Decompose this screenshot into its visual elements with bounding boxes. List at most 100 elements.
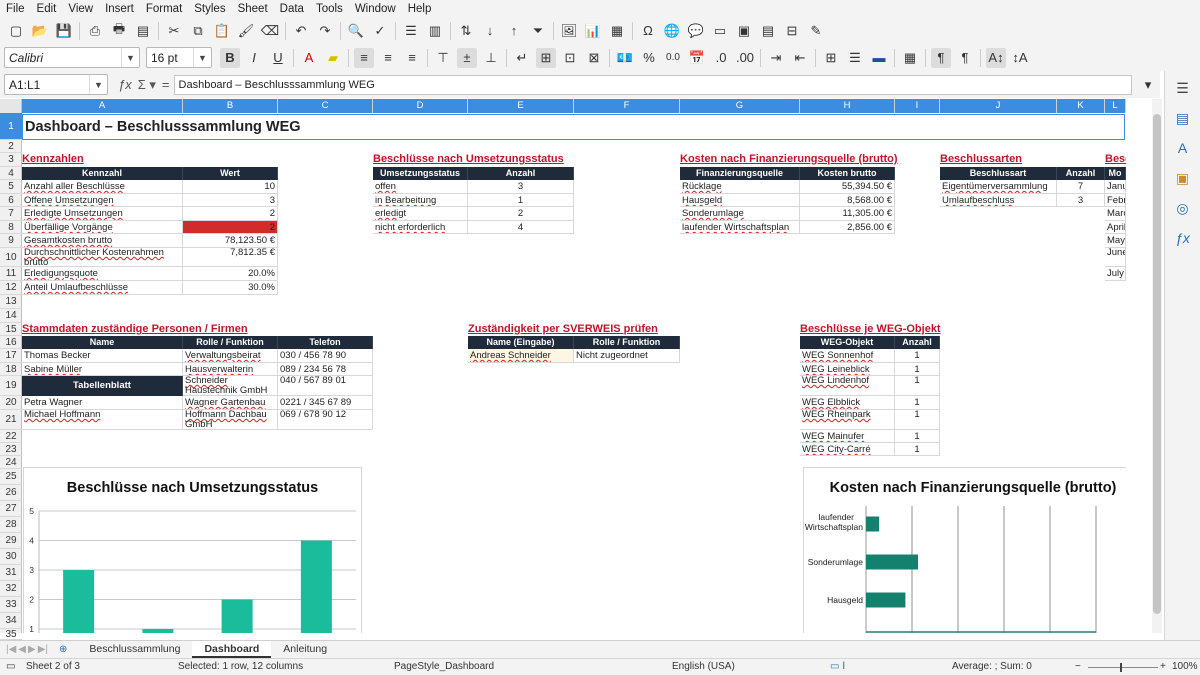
pivot-table-icon[interactable]: ▦ bbox=[607, 21, 627, 41]
sort-descending-icon[interactable]: ↑ bbox=[504, 21, 524, 41]
date-format-icon[interactable]: 📅 bbox=[687, 48, 707, 68]
kosten-cell[interactable]: 2,856.00 € bbox=[800, 221, 895, 234]
headers-footers-icon[interactable]: ▭ bbox=[710, 21, 730, 41]
column-header-f[interactable]: F bbox=[574, 99, 680, 113]
row-header-32[interactable]: 32 bbox=[0, 581, 22, 597]
finanzierungsquelle-cell[interactable]: Hausgeld bbox=[680, 194, 800, 207]
freeze-rows-icon[interactable]: ▤ bbox=[758, 21, 778, 41]
column-header-b[interactable]: B bbox=[183, 99, 278, 113]
arten-anzahl-cell[interactable]: 3 bbox=[1057, 194, 1105, 207]
zoom-in-icon[interactable]: + bbox=[1160, 661, 1166, 672]
vertical-scrollbar[interactable] bbox=[1152, 99, 1162, 633]
first-sheet-icon[interactable]: |◀ bbox=[6, 644, 16, 655]
person-rolle-cell[interactable]: Wagner Gartenbau bbox=[183, 396, 278, 410]
objekt-anzahl-cell[interactable]: 1 bbox=[895, 363, 940, 376]
beschlussart-cell[interactable]: Umlaufbeschluss bbox=[940, 194, 1057, 207]
menu-item-format[interactable]: Format bbox=[140, 3, 188, 15]
row-header-3[interactable]: 3 bbox=[0, 153, 22, 167]
merge-cells-icon[interactable]: ⊡ bbox=[560, 48, 580, 68]
wert-cell[interactable]: 10 bbox=[183, 180, 278, 194]
anzahl-cell[interactable]: 2 bbox=[468, 207, 574, 221]
menu-item-file[interactable]: File bbox=[0, 3, 31, 15]
functions-icon[interactable]: ƒx bbox=[1172, 227, 1194, 249]
row-header-33[interactable]: 33 bbox=[0, 597, 22, 613]
arten-anzahl-cell[interactable]: 7 bbox=[1057, 180, 1105, 194]
merge-center-icon[interactable]: ⊞ bbox=[536, 47, 556, 68]
paste-icon[interactable]: 📋 bbox=[212, 21, 232, 41]
person-telefon-cell[interactable]: 040 / 567 89 01 bbox=[278, 376, 373, 396]
weg-objekt-cell[interactable]: WEG Rheinpark bbox=[800, 410, 895, 430]
row-header-6[interactable]: 6 bbox=[0, 194, 22, 207]
row-header-11[interactable]: 11 bbox=[0, 267, 22, 281]
row-icon[interactable]: ☰ bbox=[401, 21, 421, 41]
comment-icon[interactable]: 💬 bbox=[686, 21, 706, 41]
monat-cell[interactable]: June bbox=[1105, 248, 1126, 267]
italic-icon[interactable]: I bbox=[244, 48, 264, 68]
hyperlink-icon[interactable]: 🌐 bbox=[662, 21, 682, 41]
objekt-anzahl-cell[interactable]: 1 bbox=[895, 376, 940, 396]
status-cell[interactable]: erledigt bbox=[373, 207, 468, 221]
row-header-8[interactable]: 8 bbox=[0, 221, 22, 234]
name-eingabe-input[interactable]: Andreas Schneider bbox=[468, 349, 574, 363]
row-header-30[interactable]: 30 bbox=[0, 549, 22, 565]
weg-objekt-cell[interactable]: WEG City-Carré bbox=[800, 443, 895, 456]
wert-cell[interactable]: 78,123.50 € bbox=[183, 234, 278, 248]
weg-objekt-cell[interactable]: WEG Elbblick bbox=[800, 396, 895, 410]
prev-sheet-icon[interactable]: ◀ bbox=[18, 644, 26, 655]
wert-cell[interactable]: 7,812.35 € bbox=[183, 248, 278, 267]
undo-icon[interactable]: ↶ bbox=[291, 21, 311, 41]
conditional-format-icon[interactable]: ▦ bbox=[900, 48, 920, 68]
status-bar-chart[interactable]: Beschlüsse nach Umsetzungsstatus 12345 bbox=[23, 467, 362, 633]
objekt-anzahl-cell[interactable]: 1 bbox=[895, 396, 940, 410]
export-pdf-icon[interactable]: ⎙ bbox=[85, 21, 105, 41]
underline-icon[interactable]: U bbox=[268, 48, 288, 68]
gallery-icon[interactable]: ▣ bbox=[1172, 167, 1194, 189]
bold-icon[interactable]: B bbox=[220, 47, 240, 68]
menu-item-tools[interactable]: Tools bbox=[310, 3, 349, 15]
copy-icon[interactable]: ⧉ bbox=[188, 21, 208, 41]
decrease-indent-icon[interactable]: ⇤ bbox=[790, 48, 810, 68]
currency-format-icon[interactable]: 💶 bbox=[615, 48, 635, 68]
monat-cell[interactable]: March bbox=[1105, 207, 1126, 221]
person-name-cell[interactable]: Sabine Müller bbox=[22, 363, 183, 376]
objekt-anzahl-cell[interactable]: 1 bbox=[895, 410, 940, 430]
row-header-7[interactable]: 7 bbox=[0, 207, 22, 221]
row-header-10[interactable]: 10 bbox=[0, 248, 22, 267]
increase-indent-icon[interactable]: ⇥ bbox=[766, 48, 786, 68]
person-rolle-cell[interactable]: Hoffmann Dachbau GmbH bbox=[183, 410, 278, 430]
kennzahl-cell[interactable]: Überfällige Vorgänge bbox=[22, 221, 183, 234]
delete-decimal-icon[interactable]: .00 bbox=[735, 48, 755, 68]
row-header-9[interactable]: 9 bbox=[0, 234, 22, 248]
page-title[interactable]: Dashboard – Beschlusssammlung WEG bbox=[22, 114, 1125, 140]
border-style-icon[interactable]: ☰ bbox=[845, 48, 865, 68]
function-wizard-icon[interactable]: ƒx bbox=[118, 77, 132, 92]
align-right-icon[interactable]: ≡ bbox=[402, 48, 422, 68]
formula-icon[interactable]: = bbox=[162, 77, 170, 92]
font-color-icon[interactable]: A bbox=[299, 48, 319, 68]
chevron-down-icon[interactable]: ▼ bbox=[193, 48, 211, 67]
spreadsheet-grid[interactable]: Dashboard – Beschlusssammlung WEG Kennza… bbox=[22, 113, 1126, 633]
row-header-15[interactable]: 15 bbox=[0, 323, 22, 336]
finanzierungsquelle-cell[interactable]: laufender Wirtschaftsplan bbox=[680, 221, 800, 234]
chevron-down-icon[interactable]: ▼ bbox=[121, 48, 139, 67]
percent-format-icon[interactable]: % bbox=[639, 48, 659, 68]
kennzahl-cell[interactable]: Offene Umsetzungen bbox=[22, 194, 183, 207]
tab-anleitung[interactable]: Anleitung bbox=[271, 641, 339, 658]
font-name-box[interactable]: Calibri ▼ bbox=[4, 47, 140, 68]
monat-cell[interactable]: April bbox=[1105, 221, 1126, 234]
objekt-anzahl-cell[interactable]: 1 bbox=[895, 443, 940, 456]
row-header-19[interactable]: 19 bbox=[0, 376, 22, 396]
weg-objekt-cell[interactable]: WEG Mainufer bbox=[800, 430, 895, 443]
print-icon[interactable]: 🖶 bbox=[109, 21, 129, 41]
row-header-29[interactable]: 29 bbox=[0, 533, 22, 549]
row-header-34[interactable]: 34 bbox=[0, 613, 22, 629]
navigator-icon[interactable]: ◎ bbox=[1172, 197, 1194, 219]
wrap-text-icon[interactable]: ↵ bbox=[512, 48, 532, 68]
next-sheet-icon[interactable]: ▶ bbox=[28, 644, 36, 655]
insert-image-icon[interactable]: 🖼 bbox=[559, 21, 579, 41]
kosten-cell[interactable]: 55,394.50 € bbox=[800, 180, 895, 194]
menu-item-edit[interactable]: Edit bbox=[31, 3, 63, 15]
anzahl-cell[interactable]: 1 bbox=[468, 194, 574, 207]
beschlussart-cell[interactable]: Eigentümerversammlung bbox=[940, 180, 1057, 194]
find-replace-icon[interactable]: 🔍 bbox=[346, 21, 366, 41]
